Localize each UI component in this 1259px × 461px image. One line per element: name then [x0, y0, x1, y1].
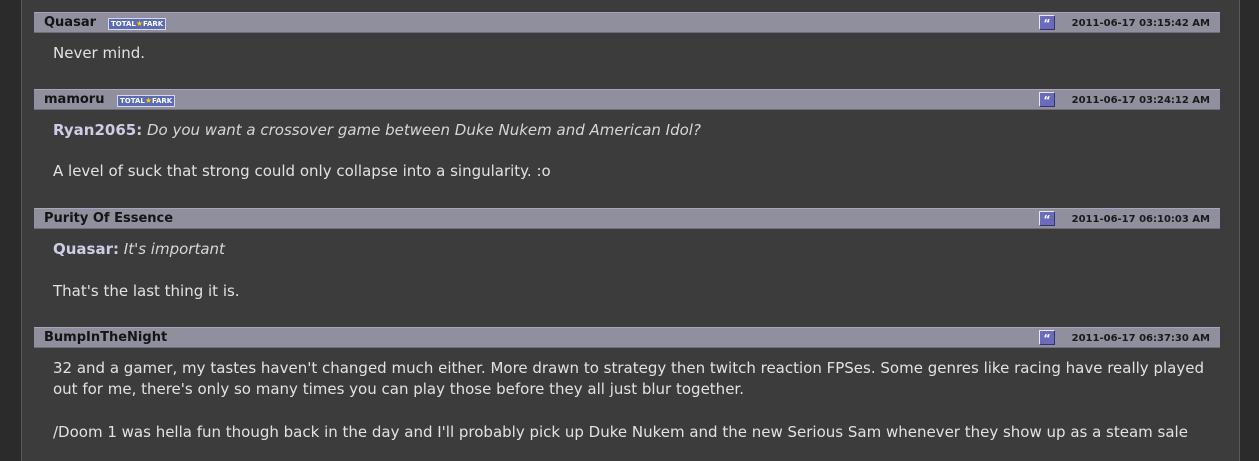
- comment-timestamp[interactable]: 2011-06-17 03:24:12 AM: [1072, 94, 1210, 107]
- comment-text: Never mind.: [53, 44, 146, 62]
- quoted-username[interactable]: Quasar:: [53, 240, 119, 258]
- comment-body: Ryan2065: Do you want a crossover game b…: [34, 110, 1220, 182]
- comment-header: Purity Of Essence “ 2011-06-17 06:10:03 …: [34, 208, 1220, 229]
- quote-button[interactable]: “: [1039, 211, 1055, 226]
- comment-timestamp[interactable]: 2011-06-17 06:37:30 AM: [1072, 332, 1210, 345]
- comment-body: Never mind.: [34, 33, 1220, 64]
- quote-button[interactable]: “: [1039, 330, 1055, 345]
- comment-header: mamoru TOTAL★FARK “ 2011-06-17 03:24:12 …: [34, 89, 1220, 110]
- comment-text: /Doom 1 was hella fun though back in the…: [53, 423, 1188, 441]
- quote-button[interactable]: “: [1039, 15, 1055, 30]
- comment: Purity Of Essence “ 2011-06-17 06:10:03 …: [34, 208, 1220, 302]
- totalfark-badge-icon[interactable]: TOTAL★FARK: [117, 95, 176, 107]
- comment-timestamp[interactable]: 2011-06-17 06:10:03 AM: [1072, 213, 1210, 226]
- comment-text: A level of suck that strong could only c…: [53, 162, 551, 180]
- quote-button[interactable]: “: [1039, 92, 1055, 107]
- comment-timestamp[interactable]: 2011-06-17 03:15:42 AM: [1072, 17, 1210, 30]
- quoted-username[interactable]: Ryan2065:: [53, 121, 142, 139]
- comment-body: Quasar: It's important That's the last t…: [34, 229, 1220, 302]
- quote-content: It's important: [123, 240, 225, 258]
- comment: mamoru TOTAL★FARK “ 2011-06-17 03:24:12 …: [34, 89, 1220, 182]
- username-link[interactable]: BumpInTheNight: [44, 330, 167, 346]
- username-link[interactable]: mamoru: [44, 92, 104, 108]
- comment-text: 32 and a gamer, my tastes haven't change…: [53, 359, 1204, 398]
- username-link[interactable]: Quasar: [44, 15, 96, 31]
- comment-body: 32 and a gamer, my tastes haven't change…: [34, 348, 1220, 443]
- totalfark-badge-icon[interactable]: TOTAL★FARK: [108, 18, 167, 30]
- quoted-text: Quasar: It's important: [53, 239, 1220, 260]
- comment-thread: Quasar TOTAL★FARK “ 2011-06-17 03:15:42 …: [21, 0, 1240, 461]
- username-link[interactable]: Purity Of Essence: [44, 211, 173, 227]
- comment-header: BumpInTheNight “ 2011-06-17 06:37:30 AM: [34, 327, 1220, 348]
- quote-content: Do you want a crossover game between Duk…: [146, 121, 701, 139]
- quoted-text: Ryan2065: Do you want a crossover game b…: [53, 120, 1220, 141]
- comment: Quasar TOTAL★FARK “ 2011-06-17 03:15:42 …: [34, 12, 1220, 64]
- comment: BumpInTheNight “ 2011-06-17 06:37:30 AM …: [34, 327, 1220, 443]
- comment-header: Quasar TOTAL★FARK “ 2011-06-17 03:15:42 …: [34, 12, 1220, 33]
- comment-text: That's the last thing it is.: [53, 282, 240, 300]
